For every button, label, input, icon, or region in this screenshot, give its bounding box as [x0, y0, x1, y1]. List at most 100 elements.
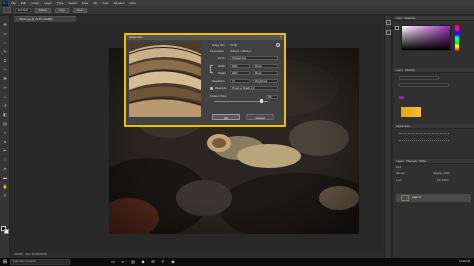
task-view-icon[interactable]: ▭ [110, 259, 116, 265]
tab-paths[interactable]: Paths [419, 160, 426, 163]
layer-filter-kind[interactable]: Kind [396, 166, 401, 170]
image-size-value: 33.3M [230, 44, 238, 47]
windows-start-icon[interactable]: ⊞ [2, 259, 8, 265]
menu-file[interactable]: File [11, 1, 16, 5]
crop-button[interactable]: Crop [54, 7, 69, 13]
history-panel-icon[interactable] [386, 20, 391, 25]
width-unit-select[interactable]: Pixels [253, 64, 278, 68]
healing-tool-icon[interactable]: ✚ [2, 76, 8, 81]
blend-mode-select[interactable]: Normal [396, 172, 404, 176]
options-field[interactable]: Full Size [15, 7, 31, 13]
pen-tool-icon[interactable]: ✒ [2, 148, 8, 153]
libraries-search[interactable] [399, 83, 449, 87]
marquee-tool-icon[interactable]: ▭ [2, 31, 8, 36]
hand-tool-icon[interactable]: ✋ [2, 184, 8, 189]
tab-color[interactable]: Color [396, 17, 402, 20]
width-input[interactable]: 4032 [230, 64, 250, 68]
color-picker-field[interactable] [401, 25, 451, 51]
background-color-swatch[interactable] [4, 229, 9, 234]
taskbar-search-input[interactable]: Type here to search [10, 259, 70, 265]
tab-adjustments[interactable]: Adjustments [396, 125, 410, 128]
zoom-tool-icon[interactable]: ⚲ [2, 193, 8, 198]
chrome-icon[interactable]: ◉ [170, 259, 176, 265]
dialog-title[interactable]: Image Size [126, 35, 284, 40]
zoom-level[interactable]: 33.33% [14, 253, 23, 256]
color-panel-foreground-chip[interactable] [395, 26, 399, 30]
properties-panel-icon[interactable] [386, 30, 391, 35]
fill-field[interactable]: Fill: 100% [437, 179, 448, 183]
type-tool-icon[interactable]: T [2, 157, 8, 162]
menu-layer[interactable]: Layer [44, 1, 52, 5]
blur-tool-icon[interactable]: ◊ [2, 130, 8, 135]
history-brush-tool-icon[interactable]: ↺ [2, 103, 8, 108]
lasso-tool-icon[interactable]: ◌ [2, 40, 8, 45]
crop-tool-icon[interactable]: ⌗ [2, 58, 8, 63]
eyedropper-tool-icon[interactable]: ✑ [2, 67, 8, 72]
menu-help[interactable]: Help [129, 1, 135, 5]
constrain-proportions-link-icon[interactable] [210, 65, 213, 73]
menu-select[interactable]: Select [68, 1, 76, 5]
tab-layers[interactable]: Layers [396, 160, 404, 163]
libraries-dropdown[interactable] [399, 76, 439, 80]
ok-button[interactable]: OK [212, 114, 240, 120]
eraser-tool-icon[interactable]: ◧ [2, 112, 8, 117]
library-graphic-thumbnail[interactable] [401, 107, 421, 117]
gradient-tool-icon[interactable]: ▤ [2, 121, 8, 126]
dimensions-value[interactable]: 4032 px × 3024 px [230, 50, 251, 53]
stamp-tool-icon[interactable]: ⊥ [2, 94, 8, 99]
menu-view[interactable]: View [102, 1, 108, 5]
resolution-unit-select[interactable]: Pixels/Inch [253, 79, 278, 83]
height-input[interactable]: 3024 [230, 71, 250, 75]
tab-channels[interactable]: Channels [406, 160, 417, 163]
resample-method-select[interactable]: Preserve Details 2.0 [230, 86, 278, 90]
clear-button[interactable]: Clear [72, 7, 87, 13]
close-icon[interactable]: × [280, 35, 282, 40]
cancel-button[interactable]: Cancel [246, 114, 274, 120]
mail-icon[interactable]: ✉ [150, 259, 156, 265]
edge-browser-icon[interactable]: e [120, 259, 126, 265]
tab-close-icon[interactable]: × [16, 18, 18, 21]
resolution-input[interactable]: 72 [230, 79, 250, 83]
dialog-preview-image[interactable] [129, 42, 201, 117]
hue-slider[interactable] [455, 25, 459, 51]
adjustment-icons-row[interactable] [399, 133, 449, 137]
gear-icon[interactable] [276, 43, 280, 47]
document-tab[interactable]: × SNAIL.jpg @ 33.3% (RGB/8) [14, 16, 76, 22]
tab-learn[interactable]: Learn [396, 69, 403, 72]
layer-name[interactable]: Layer 0 [412, 195, 421, 201]
quick-select-tool-icon[interactable]: ✎ [2, 49, 8, 54]
menu-window[interactable]: Window [114, 1, 125, 5]
color-swatch-purple[interactable] [399, 96, 404, 99]
tool-preset-picker[interactable] [3, 7, 11, 13]
fit-to-select[interactable]: Original Size [230, 56, 278, 60]
menu-3d[interactable]: 3D [93, 1, 97, 5]
adjustment-icons-row[interactable] [399, 140, 449, 144]
photoshop-taskbar-icon[interactable]: P [160, 259, 166, 265]
tab-swatches[interactable]: Swatches [404, 17, 415, 20]
reduce-noise-value[interactable]: 0% [266, 95, 278, 99]
taskbar-clock[interactable]: 11:42 AM [459, 258, 470, 266]
image-size-dialog-highlight: Image Size × Image Size: 33.3M Dimension… [124, 33, 286, 127]
resize-button[interactable]: Resize [34, 7, 51, 13]
shape-tool-icon[interactable]: ▬ [2, 175, 8, 180]
file-explorer-icon[interactable]: ▤ [130, 259, 136, 265]
path-select-tool-icon[interactable]: ➤ [2, 166, 8, 171]
resample-checkbox[interactable] [210, 87, 213, 90]
dodge-tool-icon[interactable]: ● [2, 139, 8, 144]
tab-libraries[interactable]: Libraries [405, 69, 415, 72]
menu-edit[interactable]: Edit [21, 1, 26, 5]
move-tool-icon[interactable]: ✥ [2, 22, 8, 27]
layer-row[interactable]: Layer 0 [396, 194, 471, 202]
menu-type[interactable]: Type [57, 1, 64, 5]
height-unit-select[interactable]: Pixels [253, 71, 278, 75]
photoshop-logo-icon[interactable]: Ps [2, 0, 8, 6]
menu-image[interactable]: Image [31, 1, 39, 5]
reduce-noise-slider-handle[interactable] [260, 99, 263, 103]
store-icon[interactable]: ◆ [140, 259, 146, 265]
resample-label: Resample: [215, 87, 228, 90]
menu-filter[interactable]: Filter [82, 1, 89, 5]
document-info[interactable]: Doc: 34.9M/34.9M [26, 253, 47, 256]
brush-tool-icon[interactable]: ✏ [2, 85, 8, 90]
opacity-field[interactable]: Opacity: 100% [433, 172, 450, 176]
dimensions-label: Dimensions: [210, 50, 225, 53]
